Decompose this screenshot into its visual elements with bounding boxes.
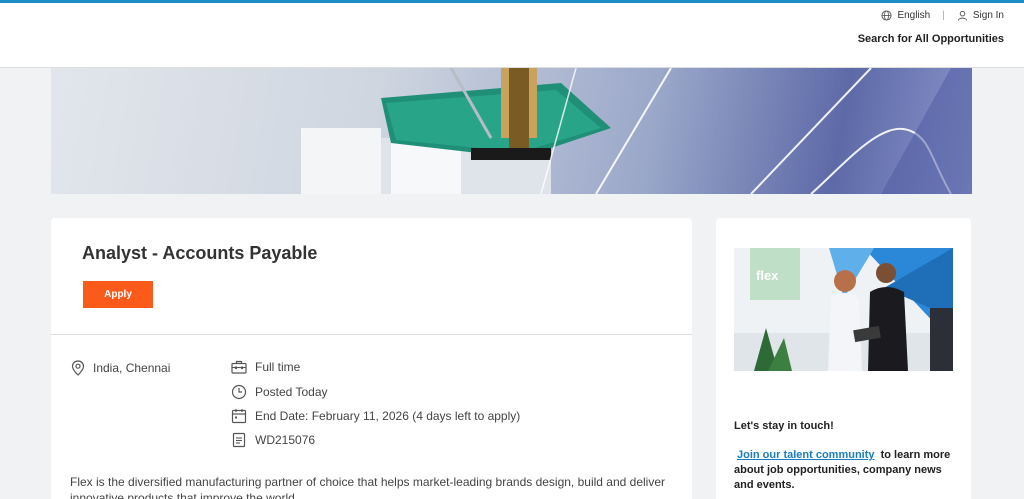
posted-date-text: Posted Today (255, 385, 328, 399)
globe-icon (881, 10, 892, 21)
site-header: English | Sign In Search for All Opportu… (0, 3, 1024, 68)
join-talent-community-link[interactable]: Join our talent community (734, 449, 878, 461)
job-location: India, Chennai (71, 360, 170, 376)
user-icon (957, 10, 967, 21)
language-selector[interactable]: English (881, 10, 930, 21)
location-pin-icon (71, 360, 85, 376)
job-requisition-id: WD215076 (231, 432, 315, 448)
briefcase-icon (231, 360, 247, 374)
job-title: Analyst - Accounts Payable (82, 243, 318, 263)
calendar-icon (231, 409, 247, 424)
section-divider (51, 334, 692, 335)
clock-icon (231, 384, 247, 400)
stay-in-touch-heading: Let's stay in touch! (734, 420, 834, 432)
header-separator: | (942, 10, 945, 21)
search-all-opportunities-link[interactable]: Search for All Opportunities (858, 33, 1004, 45)
talent-community-text: Join our talent community to learn more … (734, 448, 959, 493)
job-description: Flex is the diversified manufacturing pa… (70, 475, 665, 499)
circuit-board-illustration (301, 68, 972, 194)
talent-community-card: flex Let's stay in touch! Join our talen… (716, 218, 971, 499)
employment-type-text: Full time (255, 360, 301, 374)
hero-banner-image (51, 68, 972, 194)
job-location-text: India, Chennai (93, 361, 171, 375)
job-end-date: End Date: February 11, 2026 (4 days left… (231, 408, 520, 424)
job-posted-date: Posted Today (231, 384, 328, 400)
document-icon (232, 432, 246, 448)
sign-in-link[interactable]: Sign In (957, 10, 1004, 21)
job-details-card: Analyst - Accounts Payable Apply India, … (51, 218, 692, 499)
header-utility-bar: English | Sign In (881, 10, 1004, 21)
flex-logo-text: flex (756, 268, 779, 283)
requisition-id-text: WD215076 (255, 433, 316, 447)
end-date-text: End Date: February 11, 2026 (4 days left… (255, 409, 521, 423)
apply-button[interactable]: Apply (83, 281, 153, 308)
language-label: English (897, 10, 931, 21)
team-photo: flex (734, 248, 953, 371)
sign-in-label: Sign In (972, 10, 1004, 21)
job-employment-type: Full time (231, 360, 300, 374)
